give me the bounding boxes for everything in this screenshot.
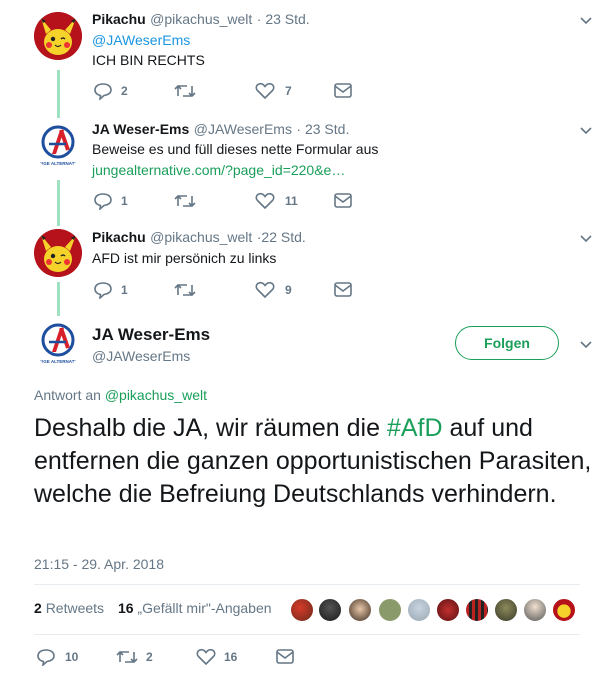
reply-icon (37, 649, 55, 666)
envelope-icon (276, 649, 294, 664)
ja-logo-icon: JUNGE ALTERNATIVE (34, 323, 82, 364)
tweet-text: Beweise es und füll dieses nette Formula… (92, 141, 379, 157)
heart-icon (255, 192, 275, 210)
retweet-icon (174, 84, 196, 98)
reply-count: 10 (65, 650, 79, 664)
author-handle[interactable]: @pikachus_welt (150, 11, 252, 27)
retweet-stat[interactable]: 2 Retweets (34, 600, 108, 616)
retweet-count: 2 (146, 650, 153, 664)
logo-caption: JUNGE ALTERNATIVE (34, 359, 81, 364)
tweet-timestamp[interactable]: 21:15 - 29. Apr. 2018 (34, 556, 164, 572)
heart-icon (255, 82, 275, 100)
tweet-text-part: Deshalb die JA, wir räumen die (34, 414, 387, 442)
like-stat[interactable]: 16 „Gefällt mir"-Angaben (118, 600, 272, 616)
pikachu-avatar-icon (34, 12, 82, 60)
like-count: 11 (285, 194, 298, 208)
like-button[interactable]: 16 (196, 648, 237, 666)
retweet-button[interactable]: 2 (116, 649, 153, 665)
pikachu-avatar-icon (34, 229, 82, 277)
like-count: 9 (285, 283, 292, 297)
retweet-button[interactable] (174, 282, 196, 298)
chevron-down-icon[interactable] (575, 333, 597, 355)
thread-line (57, 70, 60, 118)
reply-icon (94, 282, 112, 299)
reply-button[interactable]: 2 (93, 82, 128, 100)
message-button[interactable] (334, 193, 352, 208)
logo-caption: JUNGE ALTERNATIVE (34, 161, 81, 166)
timestamp[interactable]: · 23 Std. (257, 11, 310, 27)
heart-icon (196, 648, 216, 666)
thread-line (57, 180, 60, 226)
retweet-button[interactable] (174, 83, 196, 99)
like-button[interactable]: 11 (255, 192, 298, 210)
liker-avatar[interactable] (523, 598, 547, 622)
thread-line (57, 282, 60, 316)
tweet-text: AFD ist mir persönich zu links (92, 250, 277, 266)
retweet-stat-count: 2 (34, 600, 42, 616)
reply-count: 2 (121, 84, 128, 98)
like-count: 16 (224, 650, 238, 664)
message-button[interactable] (334, 83, 352, 98)
retweet-stat-label: Retweets (45, 600, 105, 616)
retweet-icon (116, 650, 138, 664)
retweet-icon (174, 194, 196, 208)
divider (34, 634, 580, 635)
reply-count: 1 (121, 283, 128, 297)
chevron-down-icon[interactable] (575, 9, 597, 31)
liker-avatar[interactable] (436, 598, 460, 622)
heart-icon (255, 281, 275, 299)
avatar[interactable]: JUNGE ALTERNATIVE (34, 320, 82, 368)
retweet-button[interactable] (174, 193, 196, 209)
chevron-down-icon[interactable] (575, 227, 597, 249)
retweet-icon (174, 283, 196, 297)
liker-avatar[interactable] (318, 598, 342, 622)
reply-prefix: Antwort an (34, 387, 101, 403)
reply-to-link[interactable]: @pikachus_welt (105, 387, 207, 403)
timestamp[interactable]: ·22 Std. (257, 229, 306, 245)
author-handle[interactable]: @pikachus_welt (150, 229, 252, 245)
reply-count: 1 (121, 194, 128, 208)
liker-avatar[interactable] (494, 598, 518, 622)
reply-button[interactable]: 10 (36, 648, 78, 666)
divider (34, 584, 580, 585)
envelope-icon (334, 83, 352, 98)
follow-button[interactable]: Folgen (455, 326, 559, 360)
author-handle[interactable]: @JAWeserEms (194, 121, 292, 137)
envelope-icon (334, 282, 352, 297)
reply-button[interactable]: 1 (93, 192, 128, 210)
like-count: 7 (285, 84, 292, 98)
message-button[interactable] (276, 649, 294, 664)
author-name[interactable]: JA Weser-Ems (92, 325, 210, 345)
author-name[interactable]: Pikachu (92, 229, 146, 245)
avatar[interactable]: JUNGE ALTERNATIVE (34, 122, 82, 170)
liker-avatar[interactable] (465, 598, 489, 622)
like-button[interactable]: 7 (255, 82, 292, 100)
reply-button[interactable]: 1 (93, 281, 128, 299)
avatar[interactable] (34, 12, 82, 60)
timestamp[interactable]: · 23 Std. (296, 121, 349, 137)
envelope-icon (334, 193, 352, 208)
like-button[interactable]: 9 (255, 281, 292, 299)
hashtag-link[interactable]: #AfD (387, 414, 443, 442)
reply-icon (94, 193, 112, 210)
avatar[interactable] (34, 229, 82, 277)
author-handle[interactable]: @JAWeserEms (92, 348, 190, 364)
message-button[interactable] (334, 282, 352, 297)
chevron-down-icon[interactable] (575, 119, 597, 141)
liker-avatar[interactable] (348, 598, 372, 622)
author-name[interactable]: Pikachu (92, 11, 146, 27)
liker-avatar[interactable] (290, 598, 314, 622)
ja-logo-icon: JUNGE ALTERNATIVE (34, 125, 82, 166)
liker-avatar[interactable] (552, 598, 576, 622)
liker-avatar[interactable] (407, 598, 431, 622)
tweet-text: ICH BIN RECHTS (92, 52, 205, 68)
reply-icon (94, 83, 112, 100)
mention-link[interactable]: @JAWeserEms (92, 32, 190, 48)
external-link[interactable]: jungealternative.com/?page_id=220&e… (92, 162, 345, 178)
liker-avatar[interactable] (378, 598, 402, 622)
like-stat-count: 16 (117, 600, 134, 616)
like-stat-label: „Gefällt mir"-Angaben (137, 600, 272, 616)
author-name[interactable]: JA Weser-Ems (92, 121, 189, 137)
tweet-text: Deshalb die JA, wir räumen die #AfD auf … (34, 412, 594, 511)
